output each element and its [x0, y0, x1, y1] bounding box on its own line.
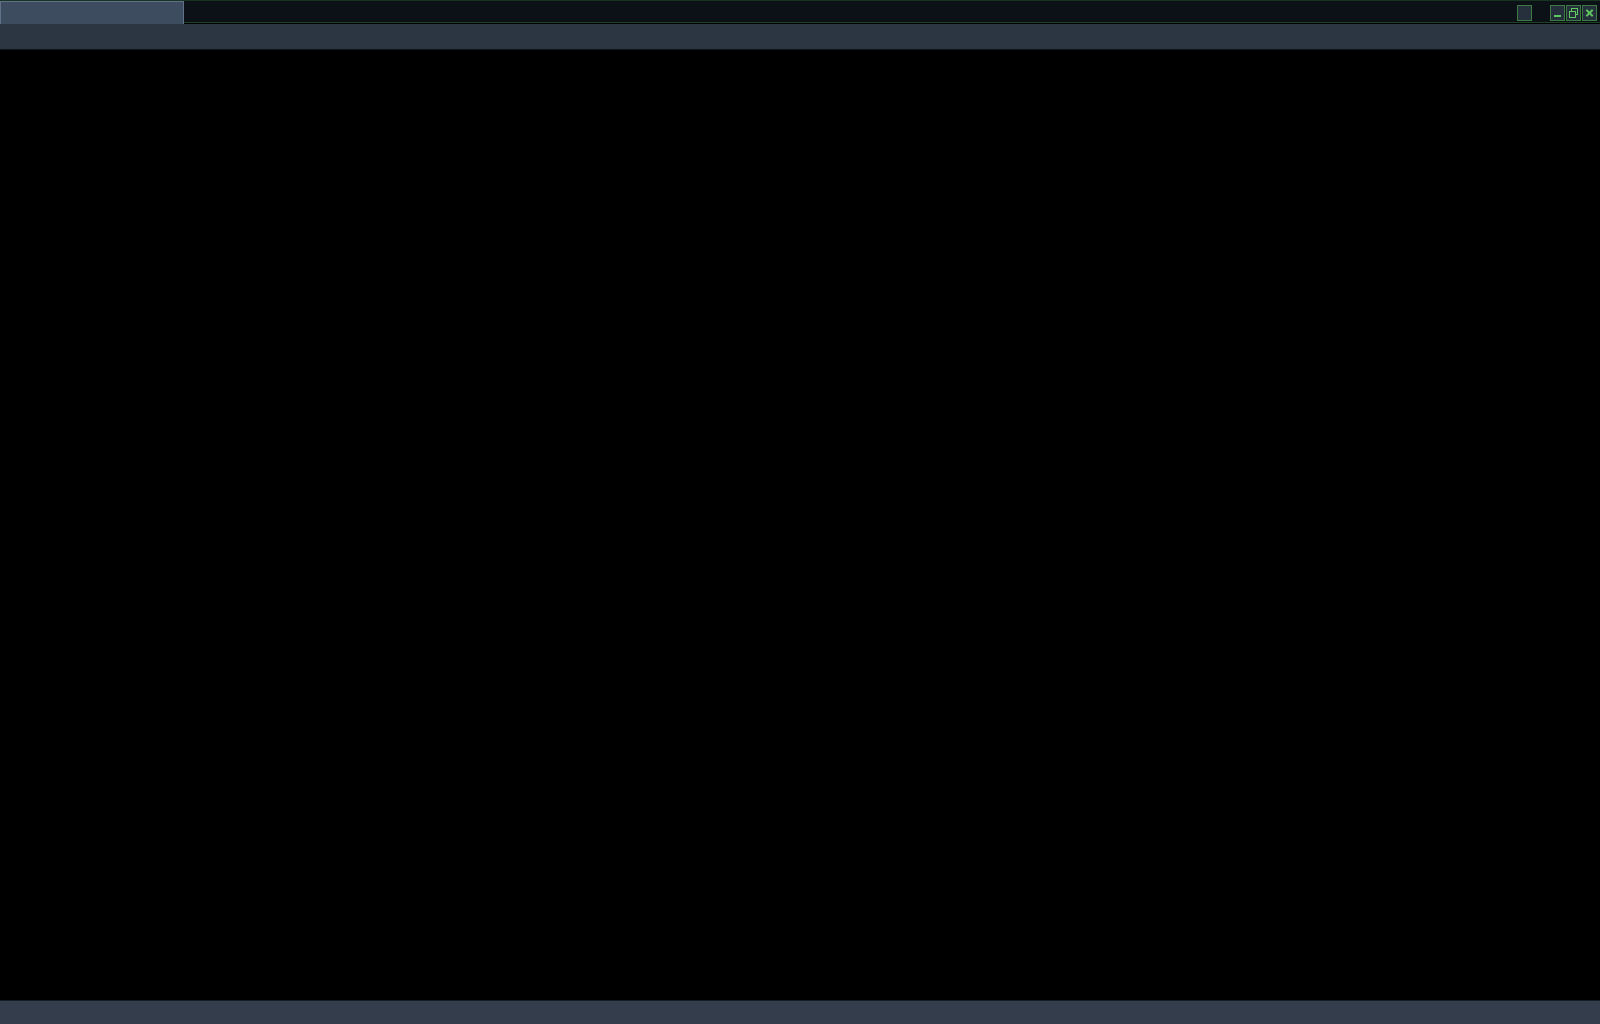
cursor-position: [679, 1001, 684, 1024]
window-title-tab[interactable]: [0, 1, 184, 24]
map-canvas[interactable]: [0, 50, 1600, 1000]
close-button[interactable]: [1582, 5, 1597, 21]
status-bar: [0, 1000, 1600, 1024]
polyworks-window: [0, 0, 1600, 1024]
menu-bar: [0, 24, 1600, 50]
title-bar: [0, 0, 1600, 23]
minimize-icon: [1554, 15, 1561, 17]
restore-button[interactable]: [1566, 5, 1581, 21]
minimize-button[interactable]: [1550, 5, 1565, 21]
help-button[interactable]: [1517, 5, 1532, 21]
